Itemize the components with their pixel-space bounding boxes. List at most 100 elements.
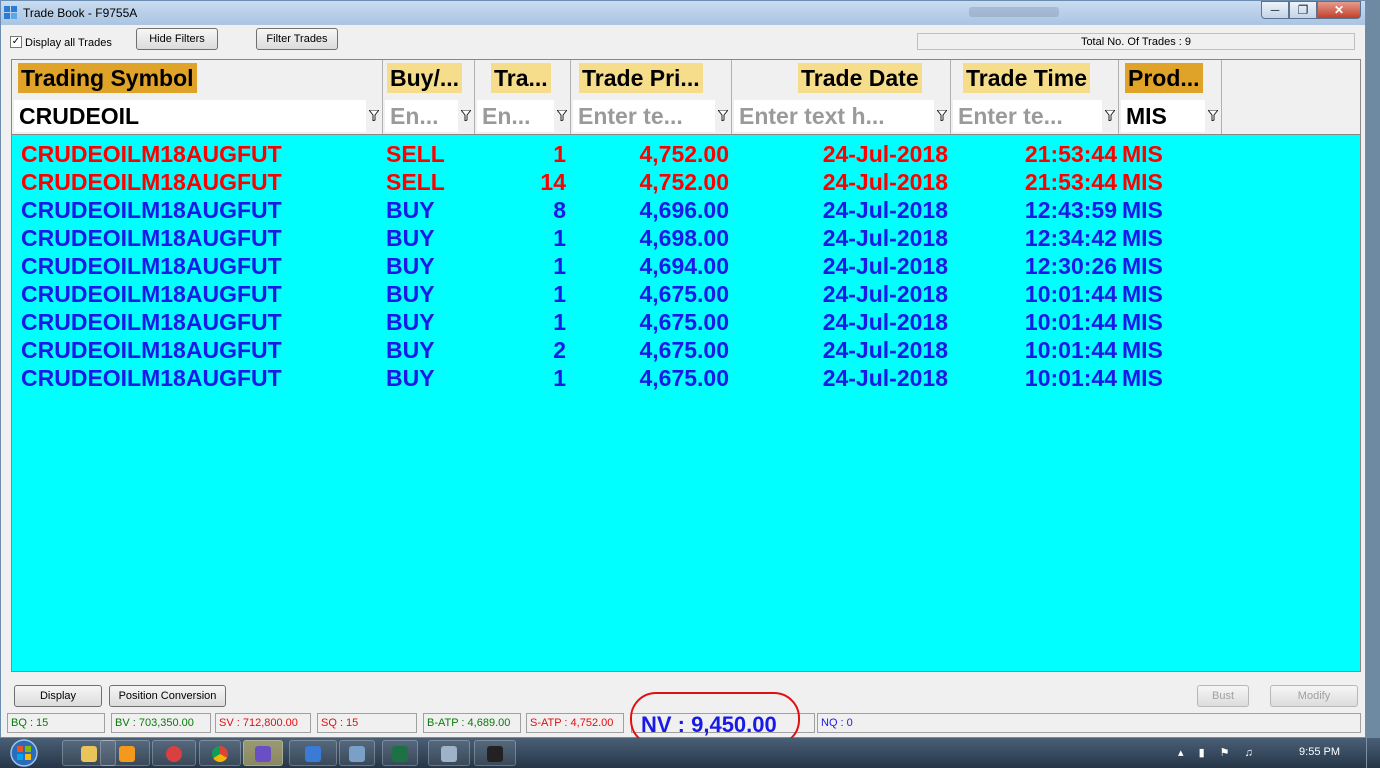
display-all-trades-label: Display all Trades bbox=[25, 37, 112, 49]
funnel-icon[interactable] bbox=[718, 110, 728, 121]
cell-price: 4,752.00 bbox=[639, 141, 729, 167]
cell-symbol: CRUDEOILM18AUGFUT bbox=[21, 253, 282, 279]
display-button[interactable]: Display bbox=[14, 685, 102, 707]
filter-trades-button[interactable]: Filter Trades bbox=[256, 28, 338, 50]
cell-symbol: CRUDEOILM18AUGFUT bbox=[21, 225, 282, 251]
header-trade-qty-label: Tra... bbox=[491, 63, 551, 93]
maximize-icon: ❐ bbox=[1297, 3, 1309, 17]
table-row[interactable]: CRUDEOILM18AUGFUT BUY 8 4,696.00 24-Jul-2018… bbox=[12, 196, 1360, 224]
filter-product-input[interactable]: MIS bbox=[1121, 100, 1205, 132]
minimize-icon: ─ bbox=[1270, 3, 1280, 17]
table-row[interactable]: CRUDEOILM18AUGFUT BUY 2 4,675.00 24-Jul-2018… bbox=[12, 336, 1360, 364]
header-trade-time[interactable]: Trade Time bbox=[951, 60, 1119, 98]
cell-side: BUY bbox=[386, 365, 435, 391]
cell-qty: 14 bbox=[540, 169, 566, 195]
filter-trade-time[interactable]: Enter te... bbox=[951, 98, 1119, 134]
filter-trade-price-input[interactable]: Enter te... bbox=[573, 100, 715, 132]
table-row[interactable]: CRUDEOILM18AUGFUT BUY 1 4,675.00 24-Jul-2018… bbox=[12, 308, 1360, 336]
cell-side: BUY bbox=[386, 309, 435, 335]
cell-qty: 1 bbox=[553, 141, 566, 167]
table-row[interactable]: CRUDEOILM18AUGFUT BUY 1 4,694.00 24-Jul-2018… bbox=[12, 252, 1360, 280]
filter-trade-date[interactable]: Enter text h... bbox=[732, 98, 951, 134]
table-row[interactable]: CRUDEOILM18AUGFUT BUY 1 4,698.00 24-Jul-2018… bbox=[12, 224, 1360, 252]
cell-price: 4,696.00 bbox=[639, 197, 729, 223]
table-row[interactable]: CRUDEOILM18AUGFUT BUY 1 4,675.00 24-Jul-2018… bbox=[12, 280, 1360, 308]
taskbar-media-player[interactable] bbox=[100, 740, 150, 766]
cell-date: 24-Jul-2018 bbox=[822, 197, 948, 223]
header-trade-price[interactable]: Trade Pri... bbox=[571, 60, 732, 98]
bust-button[interactable]: Bust bbox=[1197, 685, 1249, 707]
taskbar-calculator[interactable] bbox=[428, 740, 470, 766]
minimize-button[interactable]: ─ bbox=[1261, 1, 1289, 19]
app-logo-icon bbox=[4, 6, 18, 20]
close-button[interactable]: ✕ bbox=[1317, 1, 1361, 19]
funnel-icon[interactable] bbox=[1208, 110, 1218, 121]
filter-trading-symbol[interactable]: CRUDEOIL bbox=[12, 98, 383, 134]
filter-trade-qty[interactable]: En... bbox=[475, 98, 571, 134]
show-desktop-button[interactable] bbox=[1366, 738, 1380, 768]
funnel-icon[interactable] bbox=[557, 110, 567, 121]
header-trade-qty[interactable]: Tra... bbox=[475, 60, 571, 98]
hide-filters-button[interactable]: Hide Filters bbox=[136, 28, 218, 50]
taskbar-help[interactable] bbox=[152, 740, 196, 766]
status-sv: SV : 712,800.00 bbox=[215, 713, 311, 733]
filter-trade-qty-input[interactable]: En... bbox=[477, 100, 554, 132]
display-all-trades-checkbox[interactable]: ✓ bbox=[10, 36, 22, 48]
table-row[interactable]: CRUDEOILM18AUGFUT SELL 1 4,752.00 24-Jul-201… bbox=[12, 140, 1360, 168]
taskbar-chrome[interactable] bbox=[199, 740, 241, 766]
cell-time: 21:53:44 bbox=[1024, 141, 1117, 167]
windows-start-icon[interactable] bbox=[4, 739, 44, 767]
clock[interactable]: 9:55 PM bbox=[1299, 746, 1340, 758]
header-trade-date-label: Trade Date bbox=[798, 63, 922, 93]
taskbar-app-window[interactable] bbox=[339, 740, 375, 766]
trade-grid[interactable]: Trading Symbol Buy/... Tra... Trade Pri.… bbox=[11, 59, 1361, 672]
filter-trading-symbol-input[interactable]: CRUDEOIL bbox=[14, 100, 366, 132]
taskbar-app-blue[interactable] bbox=[289, 740, 337, 766]
header-product-label: Prod... bbox=[1125, 63, 1203, 93]
header-product[interactable]: Prod... bbox=[1119, 60, 1222, 98]
cell-date: 24-Jul-2018 bbox=[822, 253, 948, 279]
funnel-icon[interactable] bbox=[369, 110, 379, 121]
maximize-button[interactable]: ❐ bbox=[1289, 1, 1317, 19]
cell-product: MIS bbox=[1122, 197, 1163, 223]
cell-time: 10:01:44 bbox=[1024, 337, 1117, 363]
taskbar-app-triangle[interactable] bbox=[243, 740, 283, 766]
table-row[interactable]: CRUDEOILM18AUGFUT SELL 14 4,752.00 24-Jul-20… bbox=[12, 168, 1360, 196]
filter-trade-date-input[interactable]: Enter text h... bbox=[734, 100, 934, 132]
cell-date: 24-Jul-2018 bbox=[822, 337, 948, 363]
taskbar-excel[interactable] bbox=[382, 740, 418, 766]
filter-buy-sell-input[interactable]: En... bbox=[385, 100, 458, 132]
status-b-atp: B-ATP : 4,689.00 bbox=[423, 713, 521, 733]
cell-price: 4,675.00 bbox=[639, 337, 729, 363]
filter-product[interactable]: MIS bbox=[1119, 98, 1222, 134]
cell-side: SELL bbox=[386, 141, 445, 167]
filter-trade-time-input[interactable]: Enter te... bbox=[953, 100, 1102, 132]
cell-symbol: CRUDEOILM18AUGFUT bbox=[21, 365, 282, 391]
system-tray-icons[interactable]: ▴ ▮ ⚑ ♫ bbox=[1178, 746, 1259, 759]
cell-side: SELL bbox=[386, 169, 445, 195]
status-nq: NQ : 0 bbox=[817, 713, 1361, 733]
cell-symbol: CRUDEOILM18AUGFUT bbox=[21, 141, 282, 167]
funnel-icon[interactable] bbox=[937, 110, 947, 121]
cell-symbol: CRUDEOILM18AUGFUT bbox=[21, 309, 282, 335]
cell-time: 10:01:44 bbox=[1024, 309, 1117, 335]
title-bar[interactable]: Trade Book - F9755A ─ ❐ ✕ bbox=[1, 1, 1365, 25]
total-trades-box: Total No. Of Trades : 9 bbox=[917, 33, 1355, 50]
modify-button[interactable]: Modify bbox=[1270, 685, 1358, 707]
funnel-icon[interactable] bbox=[461, 110, 471, 121]
filter-buy-sell[interactable]: En... bbox=[383, 98, 475, 134]
help-icon bbox=[166, 746, 182, 762]
header-buy-sell[interactable]: Buy/... bbox=[383, 60, 475, 98]
funnel-icon[interactable] bbox=[1105, 110, 1115, 121]
header-trading-symbol[interactable]: Trading Symbol bbox=[12, 60, 383, 98]
taskbar-chart-app[interactable] bbox=[474, 740, 516, 766]
header-trading-symbol-label: Trading Symbol bbox=[18, 63, 197, 93]
header-trade-date[interactable]: Trade Date bbox=[732, 60, 951, 98]
cell-time: 12:43:59 bbox=[1024, 197, 1117, 223]
position-conversion-button[interactable]: Position Conversion bbox=[109, 685, 226, 707]
filter-trade-price[interactable]: Enter te... bbox=[571, 98, 732, 134]
cell-date: 24-Jul-2018 bbox=[822, 141, 948, 167]
excel-icon bbox=[392, 746, 408, 762]
table-row[interactable]: CRUDEOILM18AUGFUT BUY 1 4,675.00 24-Jul-2018… bbox=[12, 364, 1360, 392]
cell-time: 10:01:44 bbox=[1024, 365, 1117, 391]
